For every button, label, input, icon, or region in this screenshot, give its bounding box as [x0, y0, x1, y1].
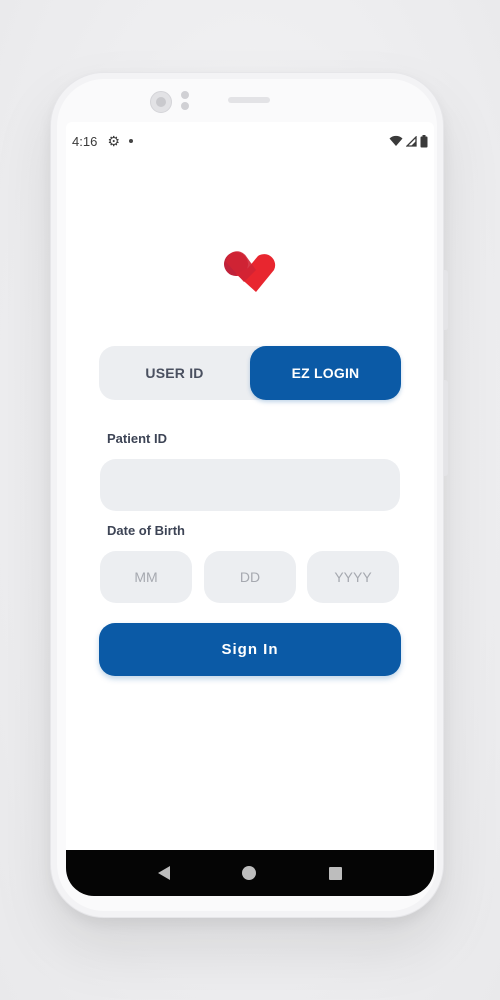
- dob-day-input[interactable]: [204, 551, 296, 603]
- tab-ez-login[interactable]: EZ LOGIN: [250, 346, 401, 400]
- heart-logo-icon: [224, 251, 276, 292]
- wifi-icon: [389, 135, 403, 146]
- status-time: 4:16: [72, 133, 98, 149]
- recents-square-icon[interactable]: [328, 866, 342, 880]
- status-bar: 4:16 ⚙: [66, 122, 434, 160]
- patient-id-label: Patient ID: [107, 431, 167, 446]
- gear-icon: ⚙: [107, 132, 120, 149]
- dob-year-input[interactable]: [307, 551, 399, 603]
- dot-icon: [128, 139, 133, 143]
- background: 4:16 ⚙ USER ID EZ LOGIN Patient ID Date …: [0, 0, 500, 1000]
- front-camera: [150, 91, 172, 113]
- dob-label: Date of Birth: [107, 523, 185, 538]
- volume-button: [444, 270, 448, 330]
- battery-icon: [420, 134, 428, 147]
- power-button: [444, 380, 448, 476]
- login-mode-toggle: USER ID EZ LOGIN: [99, 346, 401, 400]
- signal-icon: [406, 135, 417, 147]
- system-nav-bar: [66, 850, 434, 896]
- patient-id-input[interactable]: [100, 459, 400, 511]
- back-triangle-icon[interactable]: [158, 866, 171, 880]
- earpiece-speaker: [228, 97, 270, 103]
- dob-month-input[interactable]: [100, 551, 192, 603]
- status-icons: [389, 134, 428, 148]
- home-circle-icon[interactable]: [242, 866, 257, 880]
- tab-user-id[interactable]: USER ID: [99, 346, 250, 400]
- light-sensor: [181, 102, 189, 110]
- proximity-sensor: [181, 91, 189, 99]
- sign-in-button[interactable]: Sign In: [99, 623, 401, 676]
- app-screen: 4:16 ⚙ USER ID EZ LOGIN Patient ID Date …: [66, 122, 434, 896]
